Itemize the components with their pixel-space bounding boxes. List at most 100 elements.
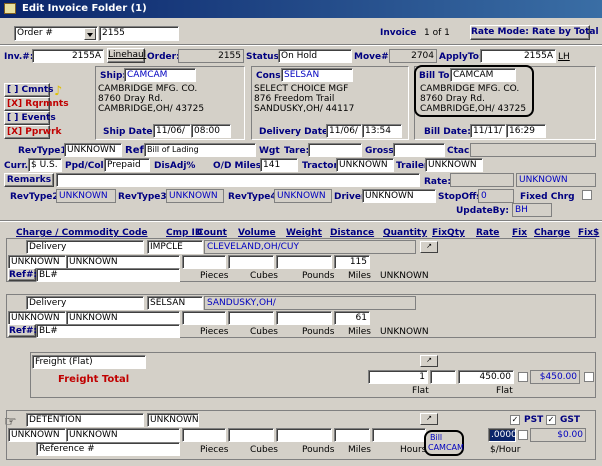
col-volume[interactable]: Volume: [238, 228, 276, 238]
count-field[interactable]: [182, 311, 226, 325]
col-count[interactable]: Count: [197, 228, 227, 238]
weight-field[interactable]: [276, 255, 332, 269]
detention-fix-checkbox[interactable]: [518, 430, 528, 440]
search-value-input[interactable]: 2155: [99, 26, 179, 41]
ref-button[interactable]: Ref#:: [8, 324, 37, 337]
requirements-button[interactable]: [X] Rqrmnts: [4, 97, 69, 111]
paperwork-button[interactable]: [X] Pprwrk: [4, 125, 62, 139]
trailer-label: Trailer: [396, 161, 429, 171]
cmp-id-field[interactable]: IMPCLE: [147, 240, 203, 254]
remarks-field[interactable]: [56, 173, 420, 187]
volume-field[interactable]: [228, 311, 274, 325]
gst-checkbox[interactable]: ✓: [546, 415, 556, 425]
delivery-time-field[interactable]: 13:54: [362, 124, 402, 138]
detention-cmp-field[interactable]: UNKNOWN: [147, 413, 199, 427]
col-charge-amt[interactable]: Charge: [534, 228, 570, 238]
reference-field[interactable]: Reference #: [36, 442, 180, 456]
billto-code-field[interactable]: CAMCAM: [450, 68, 516, 82]
distance-field[interactable]: 115: [334, 255, 370, 269]
ref-button[interactable]: Ref#:: [8, 268, 37, 281]
rate-unit: $/Hour: [490, 445, 521, 455]
chevron-down-icon[interactable]: [84, 28, 96, 40]
freight-fix-dollar-checkbox[interactable]: [584, 372, 594, 382]
revtype1-field[interactable]: UNKNOWN: [64, 143, 122, 157]
arrow-icon[interactable]: ↗: [420, 241, 438, 253]
unknown-field[interactable]: UNKNOWN: [66, 311, 180, 325]
freight-charge-field[interactable]: Freight (Flat): [32, 355, 146, 369]
ship-date-field[interactable]: 11/06/: [153, 124, 191, 138]
bill-date-field[interactable]: 11/11/: [470, 124, 506, 138]
cons-code-field[interactable]: SELSAN: [281, 68, 353, 82]
ref-type-field[interactable]: Bill of Lading: [144, 143, 256, 157]
unknown-field[interactable]: UNKNOWN: [66, 255, 180, 269]
billto-addr2: CAMBRIDGE,OH/ 43725: [420, 104, 527, 114]
trailer-field[interactable]: UNKNOWN: [425, 158, 483, 172]
cmp-id-field[interactable]: SELSAN: [147, 296, 203, 310]
col-fix-dollar[interactable]: Fix$: [578, 228, 599, 238]
ref-field[interactable]: BL#: [36, 324, 180, 338]
revtype2-label: RevType2: [10, 192, 59, 202]
revtype3-label: RevType3: [118, 192, 167, 202]
unknown-field[interactable]: UNKNOWN: [66, 428, 180, 442]
freight-qty-field[interactable]: 1: [368, 370, 428, 384]
events-button[interactable]: [ ] Events: [4, 111, 56, 125]
unknown-field[interactable]: UNKNOWN: [8, 428, 66, 442]
distance-field[interactable]: 61: [334, 311, 370, 325]
lh-link[interactable]: LH: [558, 52, 570, 62]
col-charge[interactable]: Charge / Commodity Code: [16, 228, 148, 238]
pst-checkbox[interactable]: ✓: [510, 415, 520, 425]
arrow-icon[interactable]: ↗: [420, 355, 438, 367]
detention-rate-field[interactable]: .0000: [488, 428, 516, 442]
charge-field[interactable]: Delivery: [26, 296, 144, 310]
applyto-field[interactable]: 2155A: [480, 49, 556, 63]
fixed-charge-checkbox[interactable]: [582, 190, 592, 200]
col-rate[interactable]: Rate: [476, 228, 499, 238]
delivery-date-label: Delivery Date:: [259, 127, 332, 137]
count-field[interactable]: [182, 428, 226, 442]
col-fixqty[interactable]: FixQty: [432, 228, 465, 238]
volume-field[interactable]: [228, 255, 274, 269]
remarks-button[interactable]: Remarks: [4, 173, 54, 187]
invoice-label: Invoice: [380, 28, 417, 38]
freight-fixqty-field[interactable]: [430, 370, 456, 384]
arrow-icon[interactable]: ↗: [420, 413, 438, 425]
delivery-date-field[interactable]: 11/06/: [326, 124, 362, 138]
ship-code-field[interactable]: CAMCAM: [124, 68, 196, 82]
charge-field[interactable]: Delivery: [26, 240, 144, 254]
bill-time-field[interactable]: 16:29: [506, 124, 546, 138]
col-weight[interactable]: Weight: [286, 228, 322, 238]
detention-charge-field[interactable]: DETENTION: [26, 413, 144, 427]
unknown-field[interactable]: UNKNOWN: [8, 311, 66, 325]
quantity-field[interactable]: [372, 428, 426, 442]
linehaul-button[interactable]: Linehaul: [107, 48, 146, 63]
status-field[interactable]: On Hold: [278, 49, 352, 63]
comments-button[interactable]: [ ] Cmnts: [4, 83, 54, 97]
freight-fix-checkbox[interactable]: [518, 372, 528, 382]
distance-field[interactable]: [334, 428, 370, 442]
currency-field[interactable]: $ U.S.: [28, 158, 62, 172]
ship-time-field[interactable]: 08:00: [191, 124, 231, 138]
ref-label: Ref: [125, 145, 144, 156]
ctac-label: Ctac: [447, 146, 470, 156]
ppdcol-field[interactable]: Prepaid: [104, 158, 150, 172]
col-distance[interactable]: Distance: [330, 228, 374, 238]
weight-field[interactable]: [276, 311, 332, 325]
col-fix[interactable]: Fix: [512, 228, 527, 238]
od-miles-field[interactable]: 141: [260, 158, 298, 172]
weight-field[interactable]: [276, 428, 332, 442]
driver-label: Driver: [334, 192, 366, 202]
tractor-field[interactable]: UNKNOWN: [336, 158, 394, 172]
rate-mode-button[interactable]: Rate Mode: Rate by Total: [470, 25, 599, 40]
gross-field[interactable]: [393, 143, 445, 157]
freight-rate-field[interactable]: 450.00: [458, 370, 514, 384]
tare-field[interactable]: [308, 143, 362, 157]
count-field[interactable]: [182, 255, 226, 269]
volume-field[interactable]: [228, 428, 274, 442]
unknown-field[interactable]: UNKNOWN: [8, 255, 66, 269]
ref-field[interactable]: BL#: [36, 268, 180, 282]
inv-number-field[interactable]: 2155A: [32, 49, 104, 63]
city-field: SANDUSKY,OH/: [204, 296, 416, 310]
col-quantity[interactable]: Quantity: [383, 228, 427, 238]
driver-field[interactable]: UNKNOWN: [362, 189, 436, 203]
stopoffs-label: StopOffs: [438, 192, 482, 202]
